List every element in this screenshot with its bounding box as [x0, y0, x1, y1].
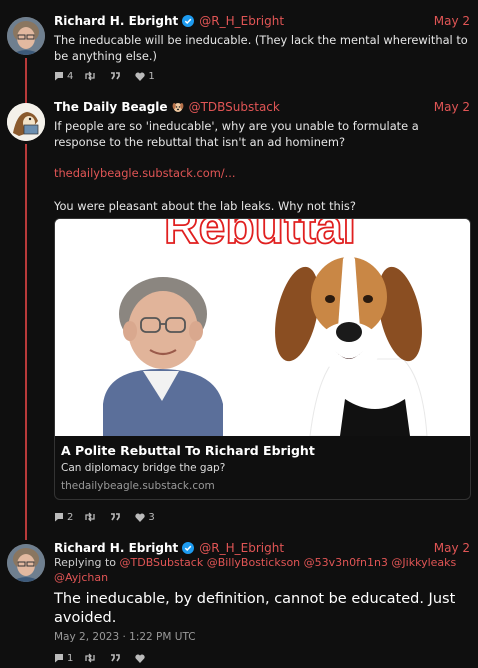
reply-button[interactable]: 2 [54, 512, 73, 523]
tweet-timestamp[interactable]: May 2, 2023 · 1:22 PM UTC [54, 631, 196, 643]
replying-prefix: Replying to [54, 556, 117, 569]
quote-button[interactable] [110, 512, 124, 522]
tweet-date[interactable]: May 2 [434, 541, 470, 555]
like-button[interactable] [135, 653, 148, 663]
like-count: 1 [148, 70, 155, 82]
tweet-stats: 2 3 [54, 510, 166, 524]
tweet-header: The Daily Beagle @TDBSubstack May 2 [54, 99, 470, 115]
verified-icon [182, 542, 195, 554]
retweet-button[interactable] [84, 71, 99, 81]
tweet[interactable]: Richard H. Ebright @R_H_Ebright May 2 Th… [0, 0, 478, 92]
tweet-header: Richard H. Ebright @R_H_Ebright May 2 [54, 13, 470, 29]
handle[interactable]: @R_H_Ebright [199, 541, 284, 555]
tweet[interactable]: The Daily Beagle @TDBSubstack May 2 If p… [0, 92, 478, 532]
quote-icon [111, 654, 121, 662]
tweet-date[interactable]: May 2 [434, 14, 470, 28]
dog-face-icon [172, 103, 183, 112]
display-name[interactable]: The Daily Beagle [54, 100, 168, 114]
retweet-icon [85, 512, 96, 522]
like-count: 3 [148, 511, 155, 523]
tweet-header: Richard H. Ebright @R_H_Ebright May 2 [54, 540, 470, 556]
handle[interactable]: @R_H_Ebright [199, 14, 284, 28]
reply-icon [55, 72, 63, 81]
like-button[interactable]: 1 [135, 70, 155, 82]
card-domain: thedailybeagle.substack.com [61, 480, 215, 492]
quote-button[interactable] [110, 71, 124, 81]
link-card[interactable]: Rebuttal A Polite Rebuttal To Richard Eb… [54, 218, 471, 500]
heart-icon [135, 512, 146, 522]
reply-button[interactable]: 1 [54, 653, 73, 664]
card-image: Rebuttal [55, 219, 470, 436]
tweet-text: If people are so 'ineducable', why are y… [54, 119, 419, 149]
reply-icon [55, 513, 63, 522]
display-name[interactable]: Richard H. Ebright [54, 14, 178, 28]
tweet-stats: 1 [54, 651, 159, 665]
heart-icon [135, 71, 146, 81]
card-description: Can diplomacy bridge the gap? [61, 462, 226, 474]
tweet-text-secondary: You were pleasant about the lab leaks. W… [54, 199, 356, 213]
reply-count: 1 [67, 652, 74, 664]
avatar[interactable] [7, 103, 45, 141]
replying-to: Replying to @TDBSubstack @BillyBostickso… [54, 555, 472, 585]
reply-count: 4 [67, 70, 74, 82]
avatar[interactable] [7, 544, 45, 582]
quote-icon [111, 513, 121, 521]
quote-button[interactable] [110, 653, 124, 663]
tweet[interactable]: Richard H. Ebright @R_H_Ebright May 2 Re… [0, 532, 478, 668]
card-title[interactable]: A Polite Rebuttal To Richard Ebright [61, 443, 315, 458]
avatar[interactable] [7, 17, 45, 55]
handle[interactable]: @TDBSubstack [189, 100, 280, 114]
tweet-text: The ineducable will be ineducable. (They… [54, 33, 468, 63]
reply-count: 2 [67, 511, 74, 523]
retweet-icon [85, 71, 96, 81]
quote-icon [111, 72, 121, 80]
like-button[interactable]: 3 [135, 511, 155, 523]
retweet-button[interactable] [84, 512, 99, 522]
tweet-date[interactable]: May 2 [434, 100, 470, 114]
verified-icon [182, 15, 195, 27]
tweet-stats: 4 1 [54, 69, 166, 83]
heart-icon [135, 653, 146, 663]
reply-button[interactable]: 4 [54, 71, 73, 82]
retweet-icon [85, 653, 96, 663]
banner-text: Rebuttal [164, 219, 356, 254]
reply-icon [55, 654, 63, 663]
retweet-button[interactable] [84, 653, 99, 663]
display-name[interactable]: Richard H. Ebright [54, 541, 178, 555]
tweet-text: The ineducable, by definition, cannot be… [54, 591, 456, 626]
tweet-link[interactable]: thedailybeagle.substack.com/... [54, 165, 472, 181]
